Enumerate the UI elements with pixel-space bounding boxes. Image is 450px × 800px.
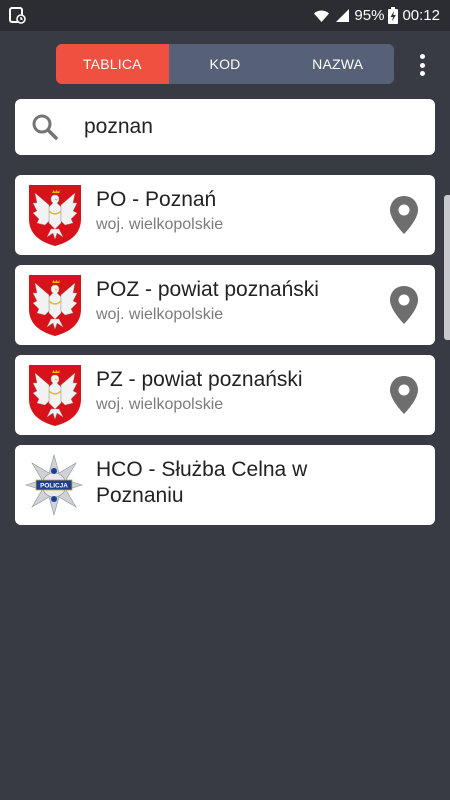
result-subtitle: woj. wielkopolskie [96,306,224,323]
search-mode-tabs: TABLICA KOD NAZWA [56,44,394,84]
location-pin-icon[interactable] [387,195,421,235]
notification-icon [9,7,26,24]
result-card[interactable]: PO - Poznań woj. wielkopolskie [15,175,435,255]
search-bar [15,99,435,155]
result-title: HCO - Służba Celna w Poznaniu [96,458,308,507]
tab-kod[interactable]: KOD [169,44,282,84]
result-card[interactable]: POZ - powiat poznański woj. wielkopolski… [15,265,435,345]
overflow-menu-icon[interactable] [412,52,432,78]
result-card[interactable]: PZ - powiat poznański woj. wielkopolskie [15,355,435,435]
scrollbar[interactable] [444,195,450,340]
signal-icon [336,9,350,22]
tab-tablica[interactable]: TABLICA [56,44,169,84]
clock: 00:12 [402,7,440,24]
result-subtitle: woj. wielkopolskie [96,396,224,413]
battery-percent: 95% [354,7,385,24]
search-input[interactable] [84,115,404,139]
location-pin-icon[interactable] [387,375,421,415]
status-bar: 95% 00:12 [0,0,450,31]
search-icon [32,114,58,140]
result-title: PZ - powiat poznański [96,368,303,391]
tab-nazwa[interactable]: NAZWA [281,44,394,84]
battery-charging-icon [388,7,399,24]
location-pin-icon[interactable] [387,285,421,325]
policja-star-badge: POLICJA [24,453,84,517]
result-card[interactable]: POLICJA HCO - Służba Celna w Poznaniu [15,445,435,525]
wielkopolska-eagle-emblem [27,363,83,427]
wielkopolska-eagle-emblem [27,183,83,247]
wielkopolska-eagle-emblem [27,273,83,337]
badge-text: POLICJA [40,483,68,490]
result-subtitle: woj. wielkopolskie [96,216,224,233]
result-title: POZ - powiat poznański [96,278,319,301]
result-title: PO - Poznań [96,188,217,211]
wifi-icon [314,10,330,22]
